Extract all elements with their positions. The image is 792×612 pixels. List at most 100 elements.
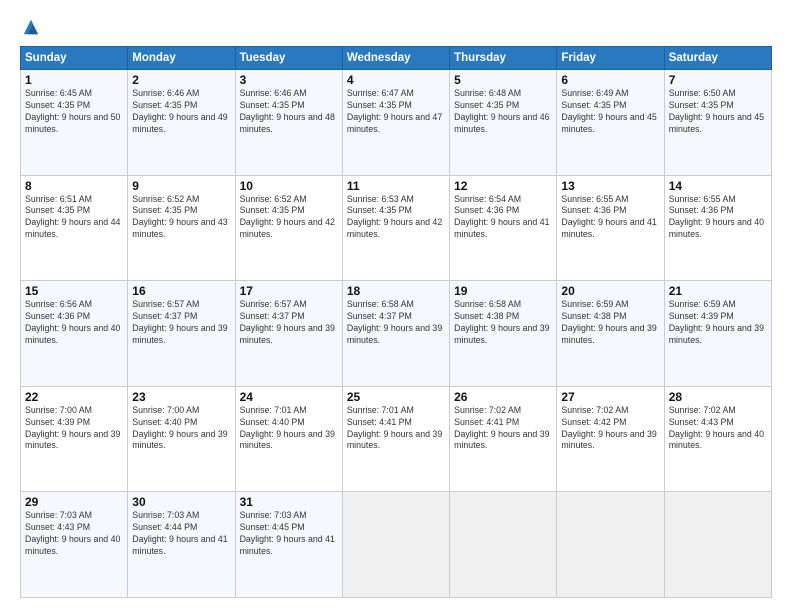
day-info: Sunrise: 6:56 AMSunset: 4:36 PMDaylight:… <box>25 299 123 347</box>
day-number: 18 <box>347 284 445 298</box>
day-info: Sunrise: 6:52 AMSunset: 4:35 PMDaylight:… <box>132 194 230 242</box>
calendar-cell: 6Sunrise: 6:49 AMSunset: 4:35 PMDaylight… <box>557 70 664 176</box>
day-info: Sunrise: 7:03 AMSunset: 4:44 PMDaylight:… <box>132 510 230 558</box>
day-number: 14 <box>669 179 767 193</box>
calendar-cell: 26Sunrise: 7:02 AMSunset: 4:41 PMDayligh… <box>450 386 557 492</box>
day-info: Sunrise: 6:58 AMSunset: 4:38 PMDaylight:… <box>454 299 552 347</box>
day-info: Sunrise: 6:58 AMSunset: 4:37 PMDaylight:… <box>347 299 445 347</box>
calendar-cell: 15Sunrise: 6:56 AMSunset: 4:36 PMDayligh… <box>21 281 128 387</box>
day-info: Sunrise: 6:45 AMSunset: 4:35 PMDaylight:… <box>25 88 123 136</box>
day-info: Sunrise: 6:51 AMSunset: 4:35 PMDaylight:… <box>25 194 123 242</box>
calendar-cell: 9Sunrise: 6:52 AMSunset: 4:35 PMDaylight… <box>128 175 235 281</box>
day-number: 20 <box>561 284 659 298</box>
day-number: 21 <box>669 284 767 298</box>
day-number: 24 <box>240 390 338 404</box>
day-number: 15 <box>25 284 123 298</box>
calendar-header-saturday: Saturday <box>664 47 771 70</box>
logo <box>20 18 40 36</box>
day-number: 3 <box>240 73 338 87</box>
day-info: Sunrise: 7:01 AMSunset: 4:40 PMDaylight:… <box>240 405 338 453</box>
day-info: Sunrise: 6:55 AMSunset: 4:36 PMDaylight:… <box>669 194 767 242</box>
day-info: Sunrise: 6:50 AMSunset: 4:35 PMDaylight:… <box>669 88 767 136</box>
day-info: Sunrise: 7:03 AMSunset: 4:43 PMDaylight:… <box>25 510 123 558</box>
calendar-cell: 8Sunrise: 6:51 AMSunset: 4:35 PMDaylight… <box>21 175 128 281</box>
day-number: 13 <box>561 179 659 193</box>
day-info: Sunrise: 6:46 AMSunset: 4:35 PMDaylight:… <box>132 88 230 136</box>
calendar-cell <box>342 492 449 598</box>
calendar-cell: 14Sunrise: 6:55 AMSunset: 4:36 PMDayligh… <box>664 175 771 281</box>
day-number: 10 <box>240 179 338 193</box>
day-number: 26 <box>454 390 552 404</box>
calendar-week-row: 15Sunrise: 6:56 AMSunset: 4:36 PMDayligh… <box>21 281 772 387</box>
day-number: 6 <box>561 73 659 87</box>
calendar-cell: 12Sunrise: 6:54 AMSunset: 4:36 PMDayligh… <box>450 175 557 281</box>
day-number: 28 <box>669 390 767 404</box>
day-info: Sunrise: 7:02 AMSunset: 4:41 PMDaylight:… <box>454 405 552 453</box>
logo-icon <box>22 18 40 36</box>
day-info: Sunrise: 6:57 AMSunset: 4:37 PMDaylight:… <box>240 299 338 347</box>
calendar-cell: 16Sunrise: 6:57 AMSunset: 4:37 PMDayligh… <box>128 281 235 387</box>
day-number: 12 <box>454 179 552 193</box>
calendar-header-tuesday: Tuesday <box>235 47 342 70</box>
calendar-cell: 4Sunrise: 6:47 AMSunset: 4:35 PMDaylight… <box>342 70 449 176</box>
calendar-header-wednesday: Wednesday <box>342 47 449 70</box>
calendar-cell: 25Sunrise: 7:01 AMSunset: 4:41 PMDayligh… <box>342 386 449 492</box>
day-number: 25 <box>347 390 445 404</box>
calendar-header-row: SundayMondayTuesdayWednesdayThursdayFrid… <box>21 47 772 70</box>
calendar-cell <box>664 492 771 598</box>
calendar-cell: 19Sunrise: 6:58 AMSunset: 4:38 PMDayligh… <box>450 281 557 387</box>
day-number: 7 <box>669 73 767 87</box>
calendar-week-row: 8Sunrise: 6:51 AMSunset: 4:35 PMDaylight… <box>21 175 772 281</box>
day-number: 23 <box>132 390 230 404</box>
calendar-cell: 11Sunrise: 6:53 AMSunset: 4:35 PMDayligh… <box>342 175 449 281</box>
day-number: 11 <box>347 179 445 193</box>
calendar-cell: 21Sunrise: 6:59 AMSunset: 4:39 PMDayligh… <box>664 281 771 387</box>
day-info: Sunrise: 7:00 AMSunset: 4:40 PMDaylight:… <box>132 405 230 453</box>
day-number: 4 <box>347 73 445 87</box>
calendar-table: SundayMondayTuesdayWednesdayThursdayFrid… <box>20 46 772 598</box>
day-info: Sunrise: 7:02 AMSunset: 4:43 PMDaylight:… <box>669 405 767 453</box>
calendar-cell: 3Sunrise: 6:46 AMSunset: 4:35 PMDaylight… <box>235 70 342 176</box>
calendar-cell: 24Sunrise: 7:01 AMSunset: 4:40 PMDayligh… <box>235 386 342 492</box>
calendar-header-friday: Friday <box>557 47 664 70</box>
day-number: 27 <box>561 390 659 404</box>
day-number: 16 <box>132 284 230 298</box>
calendar-header-sunday: Sunday <box>21 47 128 70</box>
calendar-cell: 23Sunrise: 7:00 AMSunset: 4:40 PMDayligh… <box>128 386 235 492</box>
day-number: 31 <box>240 495 338 509</box>
calendar-week-row: 29Sunrise: 7:03 AMSunset: 4:43 PMDayligh… <box>21 492 772 598</box>
day-number: 1 <box>25 73 123 87</box>
calendar-cell: 18Sunrise: 6:58 AMSunset: 4:37 PMDayligh… <box>342 281 449 387</box>
calendar-cell: 30Sunrise: 7:03 AMSunset: 4:44 PMDayligh… <box>128 492 235 598</box>
day-info: Sunrise: 6:53 AMSunset: 4:35 PMDaylight:… <box>347 194 445 242</box>
calendar-cell: 22Sunrise: 7:00 AMSunset: 4:39 PMDayligh… <box>21 386 128 492</box>
calendar-cell: 7Sunrise: 6:50 AMSunset: 4:35 PMDaylight… <box>664 70 771 176</box>
day-number: 29 <box>25 495 123 509</box>
day-info: Sunrise: 6:48 AMSunset: 4:35 PMDaylight:… <box>454 88 552 136</box>
calendar-week-row: 22Sunrise: 7:00 AMSunset: 4:39 PMDayligh… <box>21 386 772 492</box>
calendar-cell <box>557 492 664 598</box>
calendar-cell: 20Sunrise: 6:59 AMSunset: 4:38 PMDayligh… <box>557 281 664 387</box>
day-number: 9 <box>132 179 230 193</box>
calendar-header-thursday: Thursday <box>450 47 557 70</box>
day-info: Sunrise: 6:57 AMSunset: 4:37 PMDaylight:… <box>132 299 230 347</box>
day-info: Sunrise: 6:47 AMSunset: 4:35 PMDaylight:… <box>347 88 445 136</box>
calendar-cell: 10Sunrise: 6:52 AMSunset: 4:35 PMDayligh… <box>235 175 342 281</box>
calendar-cell: 2Sunrise: 6:46 AMSunset: 4:35 PMDaylight… <box>128 70 235 176</box>
day-number: 19 <box>454 284 552 298</box>
calendar-cell: 27Sunrise: 7:02 AMSunset: 4:42 PMDayligh… <box>557 386 664 492</box>
page: SundayMondayTuesdayWednesdayThursdayFrid… <box>0 0 792 612</box>
calendar-week-row: 1Sunrise: 6:45 AMSunset: 4:35 PMDaylight… <box>21 70 772 176</box>
day-info: Sunrise: 6:54 AMSunset: 4:36 PMDaylight:… <box>454 194 552 242</box>
calendar-cell: 17Sunrise: 6:57 AMSunset: 4:37 PMDayligh… <box>235 281 342 387</box>
calendar-cell: 1Sunrise: 6:45 AMSunset: 4:35 PMDaylight… <box>21 70 128 176</box>
day-info: Sunrise: 6:55 AMSunset: 4:36 PMDaylight:… <box>561 194 659 242</box>
day-info: Sunrise: 6:59 AMSunset: 4:38 PMDaylight:… <box>561 299 659 347</box>
calendar-cell: 28Sunrise: 7:02 AMSunset: 4:43 PMDayligh… <box>664 386 771 492</box>
day-info: Sunrise: 7:03 AMSunset: 4:45 PMDaylight:… <box>240 510 338 558</box>
day-info: Sunrise: 7:00 AMSunset: 4:39 PMDaylight:… <box>25 405 123 453</box>
header <box>20 18 772 36</box>
day-number: 22 <box>25 390 123 404</box>
day-info: Sunrise: 7:02 AMSunset: 4:42 PMDaylight:… <box>561 405 659 453</box>
day-number: 2 <box>132 73 230 87</box>
